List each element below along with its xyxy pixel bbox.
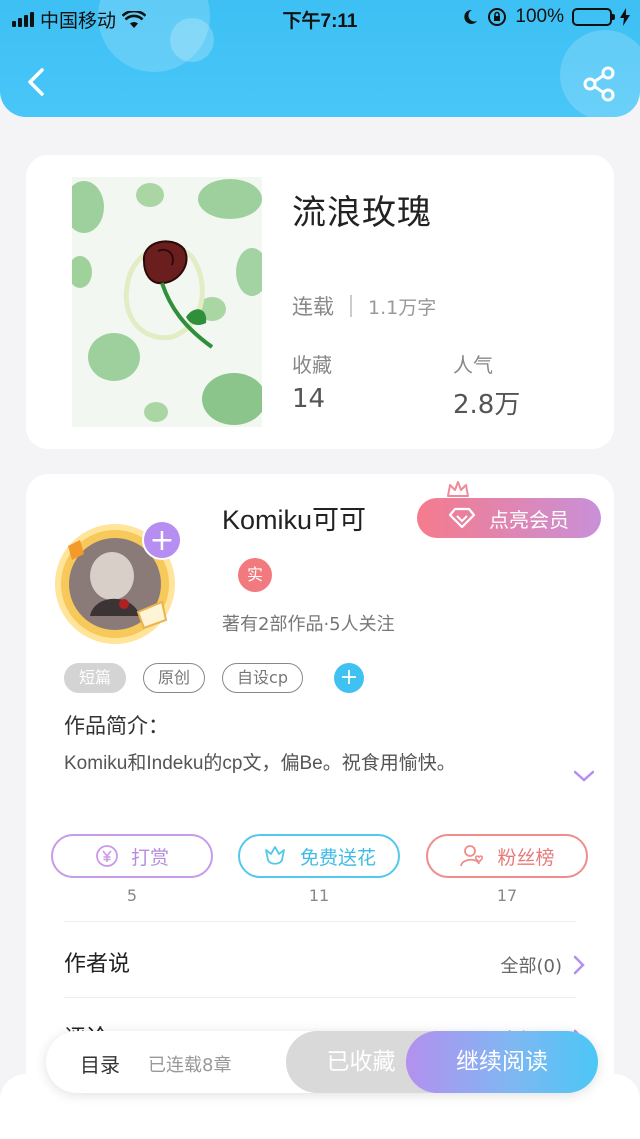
- status-bar: 中国移动 下午7:11 100%: [0, 0, 640, 34]
- battery-icon: [572, 8, 615, 26]
- diamond-icon: [449, 507, 475, 529]
- intro-text: Komiku和Indeku的cp文，偏Be。祝食用愉快。: [64, 753, 456, 774]
- add-tag-button[interactable]: +: [334, 663, 364, 693]
- chapter-count: 已连载8章: [148, 1055, 232, 1076]
- verified-badge: 实: [238, 558, 272, 592]
- tag-chip[interactable]: 短篇: [64, 663, 127, 693]
- favorites-value: 14: [292, 384, 326, 414]
- book-info-card: 流浪玫瑰 连载 1.1万字 收藏 14 人气 2.8万: [26, 155, 614, 449]
- popularity-label: 人气: [453, 353, 493, 377]
- flower-count: 11: [308, 886, 330, 905]
- intro-title: 作品简介：: [64, 714, 169, 738]
- battery-percent: 100%: [515, 6, 564, 27]
- activate-vip-button[interactable]: 点亮会员: [417, 498, 601, 538]
- follow-author-button[interactable]: +: [142, 520, 182, 560]
- popularity-stat: 人气 2.8万: [453, 349, 520, 421]
- tag-chip[interactable]: 自设cp: [222, 663, 303, 693]
- send-flower-label: 免费送花: [299, 846, 376, 869]
- fan-ranking-button[interactable]: 粉丝榜: [426, 834, 588, 878]
- chevron-left-icon: [28, 68, 44, 96]
- tip-button[interactable]: 打赏: [51, 834, 213, 878]
- fan-ranking-label: 粉丝榜: [497, 846, 555, 869]
- moon-icon: [464, 9, 478, 24]
- vip-button-label: 点亮会员: [489, 507, 569, 532]
- crown-icon: [447, 481, 469, 497]
- author-says-title: 作者说: [64, 952, 131, 977]
- continue-reading-button[interactable]: 继续阅读: [406, 1031, 598, 1093]
- header: 中国移动 下午7:11 100%: [0, 0, 640, 117]
- serial-status: 连载: [292, 295, 334, 319]
- share-icon: [583, 66, 615, 102]
- favorites-stat: 收藏 14: [292, 349, 332, 414]
- divider: [350, 295, 352, 317]
- back-button[interactable]: [18, 62, 58, 102]
- flower-icon: [265, 846, 285, 865]
- bottom-action-bar: 目录 已连载8章 已收藏 继续阅读: [46, 1031, 598, 1093]
- charging-icon: [620, 8, 630, 26]
- author-name[interactable]: Komiku可可: [222, 498, 366, 537]
- fan-ranking-icon: [460, 845, 484, 867]
- yen-icon: [96, 845, 118, 867]
- tip-label: 打赏: [130, 846, 169, 869]
- tip-count: 5: [126, 886, 138, 905]
- send-flower-button[interactable]: 免费送花: [238, 834, 400, 878]
- chevron-right-icon: [573, 955, 585, 975]
- rotation-lock-icon: [488, 8, 507, 26]
- author-says-all-link[interactable]: 全部(0): [501, 952, 587, 978]
- book-cover[interactable]: [72, 177, 262, 427]
- tag-list: 短篇 原创 自设cp +: [64, 663, 364, 693]
- word-count: 1.1万字: [368, 296, 437, 319]
- share-button[interactable]: [580, 64, 620, 104]
- tag-chip[interactable]: 原创: [143, 663, 206, 693]
- popularity-value: 2.8万: [453, 390, 521, 420]
- author-says-all-label: 全部(0): [500, 956, 563, 977]
- divider: [64, 921, 576, 922]
- rose-cover-image: [72, 177, 262, 427]
- fan-count: 17: [496, 886, 518, 905]
- book-title: 流浪玫瑰: [292, 193, 432, 233]
- chevron-down-icon[interactable]: [572, 768, 596, 784]
- book-status-row: 连载 1.1万字: [292, 291, 436, 321]
- toc-button[interactable]: 目录: [80, 1049, 120, 1078]
- divider: [64, 997, 576, 998]
- author-meta: 著有2部作品·5人关注: [222, 614, 395, 635]
- favorites-label: 收藏: [292, 353, 332, 377]
